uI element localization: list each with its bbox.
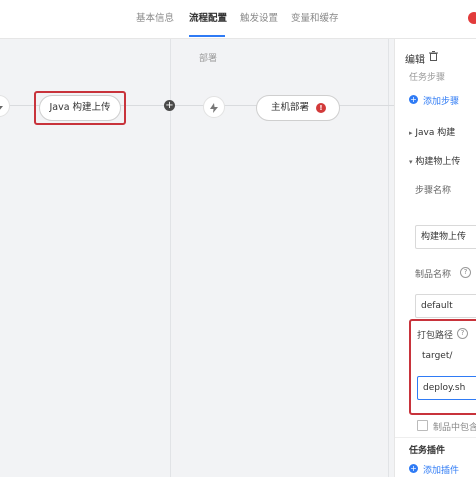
include-in-artifact-label: 制品中包含 <box>433 423 476 433</box>
pack-path-line-1[interactable]: target/ <box>422 351 452 361</box>
add-step-plus-icon[interactable]: + <box>409 95 418 104</box>
host-deploy-label: 主机部署 <box>271 102 310 113</box>
close-dot-icon[interactable] <box>468 12 476 24</box>
add-plugin-link[interactable]: 添加插件 <box>423 463 459 476</box>
pack-path-label: 打包路径 <box>417 331 454 341</box>
panel-divider <box>395 437 476 438</box>
help-icon[interactable]: ? <box>460 267 471 278</box>
trash-icon[interactable] <box>429 51 438 61</box>
section-task-plugins: 任务插件 <box>409 446 446 456</box>
artifact-name-input[interactable]: default <box>415 294 476 318</box>
tab-trigger-settings[interactable]: 触发设置 <box>240 0 278 38</box>
step-name-input[interactable]: 构建物上传 <box>415 225 476 249</box>
error-badge-icon: ! <box>316 103 326 113</box>
stage-trigger-icon[interactable] <box>0 95 10 117</box>
panel-title: 编辑 <box>405 55 425 66</box>
step-label: 构建物上传 <box>415 157 461 167</box>
help-icon[interactable]: ? <box>457 328 468 339</box>
top-tab-bar: 基本信息 流程配置 触发设置 变量和缓存 <box>0 0 476 39</box>
deploy-trigger-lightning-icon[interactable] <box>203 96 225 118</box>
pipeline-canvas: 部署 Java 构建上传 + 主机部署 ! <box>0 39 394 477</box>
include-in-artifact-checkbox[interactable] <box>417 420 428 431</box>
tab-flow-config[interactable]: 流程配置 <box>189 0 227 38</box>
caret-right-icon: ▸ <box>409 129 413 137</box>
add-plugin-plus-icon[interactable]: + <box>409 464 418 473</box>
job-node-host-deploy[interactable]: 主机部署 <box>256 95 340 121</box>
step-item-upload[interactable]: ▾ 构建物上传 <box>409 154 460 167</box>
stage-label-deploy: 部署 <box>199 54 218 64</box>
job-node-java-upload[interactable]: Java 构建上传 <box>39 95 121 121</box>
step-name-label: 步骤名称 <box>415 186 452 196</box>
step-item-java-build[interactable]: ▸ Java 构建 <box>409 125 455 138</box>
edit-panel: 编辑 任务步骤 + 添加步骤 ▸ Java 构建 ▾ 构建物上传 步骤名称 构建… <box>394 39 476 477</box>
caret-down-icon: ▾ <box>409 158 413 166</box>
tab-variables-cache[interactable]: 变量和缓存 <box>291 0 339 38</box>
section-task-steps: 任务步骤 <box>409 73 446 83</box>
add-stage-plus-icon[interactable]: + <box>164 100 175 111</box>
step-label: Java 构建 <box>415 128 456 138</box>
add-step-link[interactable]: 添加步骤 <box>423 94 459 107</box>
tab-basic-info[interactable]: 基本信息 <box>136 0 174 38</box>
artifact-name-label: 制品名称 <box>415 270 452 280</box>
active-tab-indicator <box>189 35 225 37</box>
pack-path-input[interactable]: deploy.sh <box>417 376 476 400</box>
